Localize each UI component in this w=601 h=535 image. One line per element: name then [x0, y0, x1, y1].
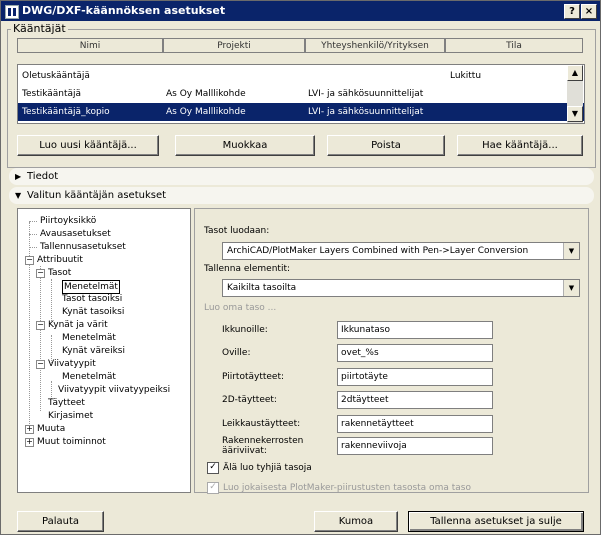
- save-elements-value: Kaikilta tasoilta: [227, 283, 297, 293]
- column-header-name[interactable]: Nimi: [17, 38, 163, 53]
- tree-item-tasot-tasoiksi[interactable]: Tasot tasoiksi: [62, 293, 122, 305]
- delete-button[interactable]: Poista: [327, 135, 445, 156]
- create-layers-label: Tasot luodaan:: [204, 226, 270, 236]
- save-elements-label: Tallenna elementit:: [204, 264, 291, 274]
- tree-item-kynat-ja-varit[interactable]: Kynät ja värit: [48, 319, 108, 331]
- save-elements-dropdown[interactable]: Kaikilta tasoilta ▼: [222, 279, 580, 297]
- tree-collapse-icon[interactable]: −: [25, 256, 34, 265]
- plotmaker-layers-checkbox: ✓: [207, 482, 219, 494]
- tree-expand-icon[interactable]: +: [25, 425, 34, 434]
- dropdown-arrow-icon[interactable]: ▼: [563, 280, 579, 296]
- doors-layer-input[interactable]: ovet_%s: [337, 344, 493, 362]
- settings-section-label: Valitun kääntäjän asetukset: [27, 190, 167, 201]
- app-icon: [5, 5, 19, 19]
- table-row-selected[interactable]: Testikääntäjä_kopio As Oy Malllikohde LV…: [18, 103, 584, 121]
- settings-tree[interactable]: Piirtoyksikkö Avausasetukset Tallennusas…: [17, 208, 191, 493]
- windows-layer-input[interactable]: Ikkunataso: [337, 321, 493, 339]
- save-and-close-button[interactable]: Tallenna asetukset ja sulje: [408, 511, 584, 532]
- tree-item-avausasetukset[interactable]: Avausasetukset: [40, 228, 111, 240]
- info-section-header[interactable]: ▶ Tiedot: [9, 168, 594, 185]
- window-title: DWG/DXF-käännöksen asetukset: [22, 4, 226, 17]
- cut-fills-layer-input[interactable]: rakennetäytteet: [337, 415, 493, 433]
- undo-button[interactable]: Kumoa: [314, 511, 398, 532]
- tree-collapse-icon[interactable]: −: [36, 269, 45, 278]
- dialog-window: DWG/DXF-käännöksen asetukset ? × Kääntäj…: [0, 0, 601, 535]
- column-header-project[interactable]: Projekti: [163, 38, 305, 53]
- tree-item-taytteet[interactable]: Täytteet: [48, 397, 85, 409]
- tree-item-menetelmat-selected[interactable]: Menetelmät: [62, 280, 120, 294]
- tree-item-muut-toiminnot[interactable]: Muut toiminnot: [37, 436, 106, 448]
- column-header-contact[interactable]: Yhteyshenkilö/Yrityksen: [305, 38, 445, 53]
- tree-collapse-icon[interactable]: −: [36, 321, 45, 330]
- 2d-fills-layer-input[interactable]: 2dtäytteet: [337, 391, 493, 409]
- tree-item-tasot[interactable]: Tasot: [48, 267, 71, 279]
- tree-expand-icon[interactable]: +: [25, 438, 34, 447]
- create-layers-dropdown[interactable]: ArchiCAD/PlotMaker Layers Combined with …: [222, 242, 580, 260]
- translators-header: Nimi Projekti Yhteyshenkilö/Yrityksen Ti…: [17, 38, 583, 54]
- row-contact: LVI- ja sähkösuunnittelijat: [308, 89, 424, 99]
- tree-collapse-icon[interactable]: −: [36, 360, 45, 369]
- close-button[interactable]: ×: [581, 4, 597, 19]
- field-label-drawing-fills: Piirtotäytteet:: [222, 372, 285, 382]
- reset-button[interactable]: Palauta: [17, 511, 104, 532]
- no-empty-layers-label: Älä luo tyhjiä tasoja: [223, 463, 312, 473]
- scroll-up-icon[interactable]: ▲: [567, 65, 583, 81]
- plotmaker-layers-label: Luo jokaisesta PlotMaker-piirustusten ta…: [223, 483, 471, 493]
- field-label-windows: Ikkunoille:: [222, 325, 268, 335]
- help-button[interactable]: ?: [564, 4, 580, 19]
- drawing-fills-layer-input[interactable]: piirtotäyte: [337, 368, 493, 386]
- table-row[interactable]: Testikääntäjä As Oy Malllikohde LVI- ja …: [18, 85, 584, 103]
- tree-item-viivatyypit[interactable]: Viivatyypit: [48, 358, 96, 370]
- tree-item-kynat-vareiksi[interactable]: Kynät väreiksi: [62, 345, 125, 357]
- row-status: Lukittu: [450, 71, 482, 81]
- field-label-cut-fills: Leikkaustäytteet:: [222, 419, 301, 429]
- tree-item-kynat-tasoiksi[interactable]: Kynät tasoiksi: [62, 306, 124, 318]
- info-section-label: Tiedot: [27, 171, 59, 182]
- create-layers-value: ArchiCAD/PlotMaker Layers Combined with …: [227, 246, 529, 256]
- own-layer-heading: Luo oma taso ...: [204, 303, 277, 313]
- tree-item-menetelmat[interactable]: Menetelmät: [62, 371, 116, 383]
- column-header-status[interactable]: Tila: [445, 38, 583, 53]
- row-name: Testikääntäjä_kopio: [22, 107, 110, 117]
- tree-item-muuta[interactable]: Muuta: [37, 423, 65, 435]
- row-name: Testikääntäjä: [22, 89, 82, 99]
- edit-button[interactable]: Muokkaa: [175, 135, 315, 156]
- tree-item-menetelmat[interactable]: Menetelmät: [62, 332, 116, 344]
- dropdown-arrow-icon[interactable]: ▼: [563, 243, 579, 259]
- row-contact: LVI- ja sähkösuunnittelijat: [308, 107, 424, 117]
- tree-item-viivatyypit-viivatyypeiksi[interactable]: Viivatyypit viivatyypeiksi: [58, 384, 170, 396]
- collapse-triangle-icon: ▼: [15, 191, 22, 200]
- expand-triangle-icon: ▶: [15, 172, 22, 181]
- table-row[interactable]: Oletuskääntäjä Lukittu: [18, 67, 584, 85]
- list-scrollbar[interactable]: ▲ ▼: [567, 65, 583, 123]
- translators-group-label: Kääntäjät: [11, 22, 68, 35]
- translators-list[interactable]: Oletuskääntäjä Lukittu Testikääntäjä As …: [17, 64, 585, 124]
- field-label-doors: Oville:: [222, 348, 251, 358]
- tree-item-attribuutit[interactable]: Attribuutit: [37, 254, 83, 266]
- row-name: Oletuskääntäjä: [22, 71, 90, 81]
- title-bar: DWG/DXF-käännöksen asetukset ? ×: [1, 1, 600, 21]
- tree-item-tallennusasetukset[interactable]: Tallennusasetukset: [40, 241, 126, 253]
- no-empty-layers-checkbox[interactable]: ✓: [207, 462, 219, 474]
- field-label-skin-contours: Rakennekerrosten ääriviivat:: [222, 436, 304, 456]
- field-label-2d-fills: 2D-täytteet:: [222, 395, 277, 405]
- browse-translator-button[interactable]: Hae kääntäjä...: [457, 135, 583, 156]
- new-translator-button[interactable]: Luo uusi kääntäjä...: [17, 135, 159, 156]
- scroll-down-icon[interactable]: ▼: [567, 106, 583, 122]
- tree-item-piirtoyksikko[interactable]: Piirtoyksikkö: [40, 215, 96, 227]
- settings-section-header[interactable]: ▼ Valitun kääntäjän asetukset: [9, 187, 594, 204]
- row-project: As Oy Malllikohde: [166, 107, 246, 117]
- tree-item-kirjasimet[interactable]: Kirjasimet: [48, 410, 93, 422]
- row-project: As Oy Malllikohde: [166, 89, 246, 99]
- skin-contours-layer-input[interactable]: rakenneviivoja: [337, 437, 493, 455]
